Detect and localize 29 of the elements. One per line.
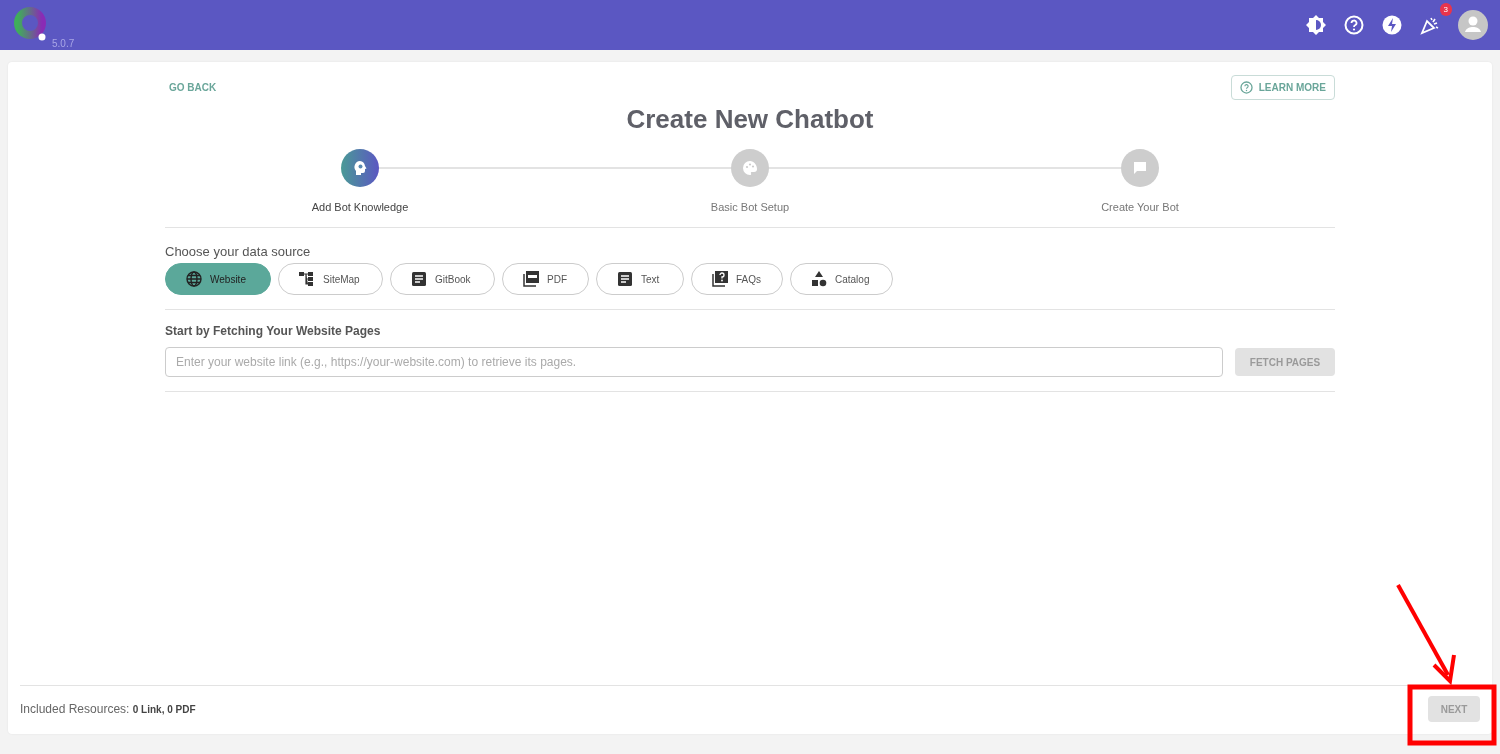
brightness-icon[interactable]	[1306, 15, 1326, 35]
data-source-tab[interactable]: FAQs	[691, 263, 783, 295]
question-document-icon	[712, 271, 728, 287]
data-source-tab[interactable]: Website	[165, 263, 271, 295]
avatar-icon[interactable]	[1458, 10, 1488, 40]
data-source-tab[interactable]: GitBook	[390, 263, 495, 295]
step-label: Create Your Bot	[1101, 201, 1179, 213]
notification-badge: 3	[1439, 3, 1452, 16]
sitemap-icon	[299, 271, 315, 287]
globe-icon	[186, 271, 202, 287]
help-icon[interactable]	[1344, 15, 1364, 35]
help-icon	[1239, 81, 1253, 94]
version-label: 5.0.7	[52, 38, 75, 49]
included-resources-text: Included Resources: 0 Link, 0 PDF	[20, 702, 196, 716]
step-label: Add Bot Knowledge	[311, 201, 409, 213]
party-popper-icon[interactable]	[1420, 15, 1440, 35]
data-source-tab[interactable]: Catalog	[790, 263, 893, 295]
lightning-icon[interactable]	[1382, 15, 1402, 35]
page-title: Create New Chatbot	[625, 104, 875, 135]
shapes-icon	[811, 271, 827, 287]
data-source-tab[interactable]: Text	[596, 263, 684, 295]
pdf-icon	[523, 271, 539, 287]
fetch-heading: Start by Fetching Your Website Pages	[165, 324, 382, 338]
step-label: Basic Bot Setup	[710, 201, 790, 213]
data-source-tab[interactable]: PDF	[502, 263, 589, 295]
document-icon	[411, 271, 427, 287]
data-source-tab[interactable]: SiteMap	[278, 263, 383, 295]
data-source-label: Choose your data source	[165, 244, 312, 259]
document-icon	[617, 271, 633, 287]
